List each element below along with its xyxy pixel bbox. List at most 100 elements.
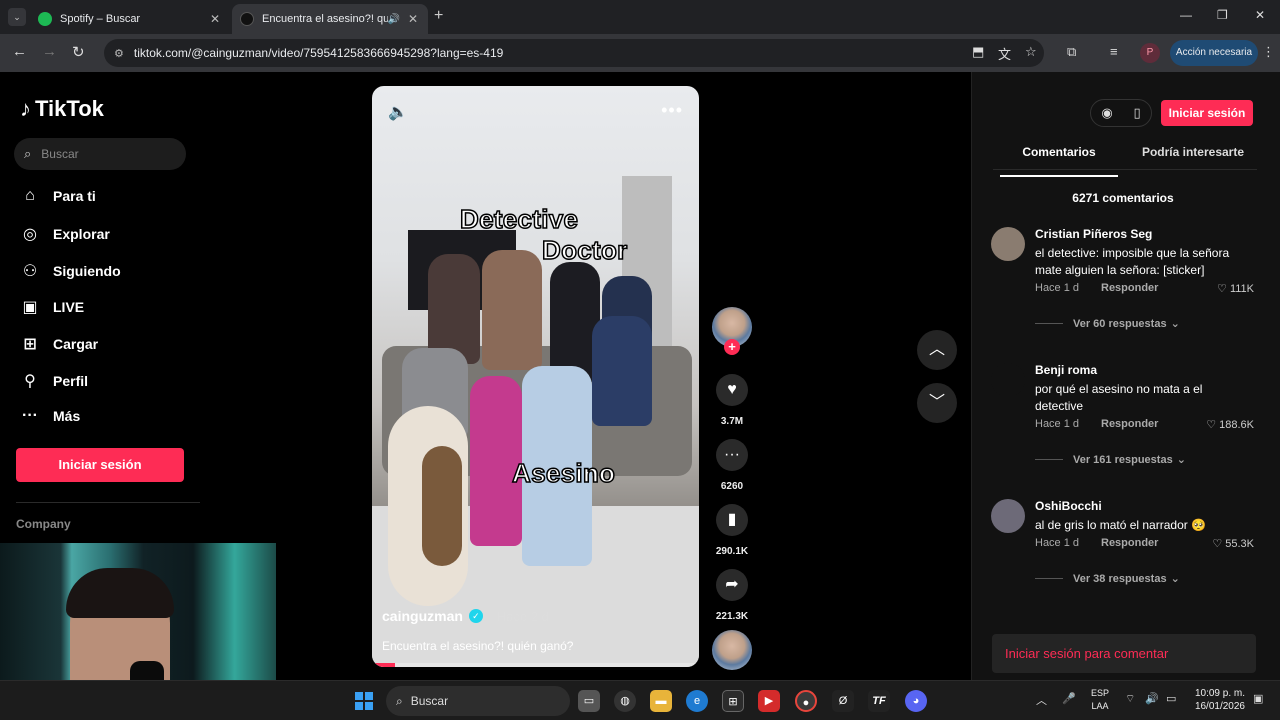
nav-item-mas[interactable]: ··· Más	[20, 407, 80, 425]
next-video-chevron-down-icon[interactable]: ﹀	[917, 383, 957, 423]
commenter-name[interactable]: Benji roma	[1035, 363, 1097, 377]
wifi-icon[interactable]: ⌔	[1125, 692, 1135, 706]
nav-item-live[interactable]: ▣ LIVE	[20, 297, 84, 317]
audio-playing-icon[interactable]: 🔊	[388, 14, 400, 25]
comment-total: 6271 comentarios	[1072, 191, 1174, 205]
back-icon[interactable]: ←	[12, 43, 27, 60]
battery-icon[interactable]: ▭	[1166, 692, 1176, 705]
company-heading[interactable]: Company	[16, 517, 71, 531]
signin-button[interactable]: Iniciar sesión	[1161, 100, 1253, 126]
notification-icon[interactable]: ▣	[1253, 692, 1263, 705]
music-disc-avatar[interactable]	[712, 630, 752, 670]
close-tab-icon[interactable]: ✕	[406, 12, 420, 26]
tab-tiktok[interactable]: Encuentra el asesino?! quién 🔊 ✕	[232, 4, 428, 34]
tab-search-icon[interactable]: ⌄	[8, 8, 26, 26]
commenter-avatar[interactable]	[991, 499, 1025, 533]
menu-dots-icon[interactable]: ⋮	[1262, 44, 1275, 60]
site-info-icon[interactable]: ⚙	[114, 47, 124, 60]
posted-time: · Hace 2 d	[488, 608, 549, 624]
reload-icon[interactable]: ↻	[72, 43, 85, 61]
follow-plus-icon[interactable]: +	[724, 339, 740, 355]
volume-icon[interactable]: 🔈	[388, 102, 408, 122]
reply-button[interactable]: Responder	[1101, 282, 1158, 294]
commenter-avatar[interactable]	[991, 227, 1025, 261]
comment-like[interactable]: ♡ 111K	[1217, 282, 1254, 295]
close-tab-icon[interactable]: ✕	[208, 12, 222, 26]
store-icon[interactable]: ⊞	[722, 690, 744, 712]
language-indicator[interactable]: ESP LAA	[1091, 687, 1109, 713]
video-progress-bar[interactable]	[372, 663, 699, 667]
action-needed-button[interactable]: Acción necesaria	[1170, 40, 1258, 66]
install-icon[interactable]: ⬒	[972, 44, 984, 60]
share-arrow-icon[interactable]: ➦	[716, 569, 748, 601]
chrome-icon[interactable]: ●	[795, 690, 817, 712]
tiktok-logo[interactable]: ♪ TikTok	[20, 96, 104, 122]
commenter-avatar[interactable]	[991, 363, 1025, 397]
nav-item-cargar[interactable]: ⊞ Cargar	[20, 334, 98, 354]
edge-browser-icon[interactable]: e	[686, 690, 708, 712]
tab-comentarios[interactable]: Comentarios	[1000, 145, 1118, 177]
taskbar-search-placeholder: Buscar	[410, 694, 449, 708]
discord-icon[interactable]: ◕	[905, 690, 927, 712]
video-player[interactable]: Detective Doctor Asesino 🔈 ••• cainguzma…	[372, 86, 699, 667]
task-view-icon[interactable]: ▭	[578, 690, 600, 712]
tab-spotify[interactable]: Spotify – Buscar ✕	[30, 4, 230, 34]
taskbar-clock[interactable]: 10:09 p. m. 16/01/2026	[1190, 687, 1245, 713]
comment-like-count: 111K	[1229, 283, 1254, 295]
nav-item-para-ti[interactable]: ⌂ Para ti	[20, 187, 96, 205]
forward-icon[interactable]: →	[42, 43, 57, 60]
profile-avatar[interactable]: P	[1140, 43, 1160, 63]
reply-button[interactable]: Responder	[1101, 418, 1158, 430]
clock-date: 16/01/2026	[1194, 701, 1245, 712]
view-replies-button[interactable]: Ver 161 respuestas ⌄	[1035, 453, 1186, 466]
tab-podria-interesarte[interactable]: Podría interesarte	[1132, 145, 1254, 159]
search-input[interactable]: ⌕ Buscar	[14, 138, 186, 170]
translate-icon[interactable]: 文	[998, 44, 1011, 63]
minimize-icon[interactable]: —	[1180, 8, 1192, 22]
app-tf-icon[interactable]: TF	[868, 690, 890, 712]
sidebar-divider	[16, 502, 200, 503]
bookmark-star-icon[interactable]: ☆	[1025, 44, 1037, 60]
nav-label: Más	[53, 408, 81, 424]
app-slashed-o-icon[interactable]: Ø	[832, 690, 854, 712]
mobile-device-icon[interactable]: ▯	[1133, 105, 1140, 121]
commenter-name[interactable]: OshiBocchi	[1035, 499, 1102, 513]
author-name: cainguzman	[382, 608, 463, 624]
view-replies-label: Ver 161 respuestas	[1073, 453, 1173, 466]
compass-icon[interactable]: ◉	[1101, 105, 1112, 121]
view-replies-button[interactable]: Ver 60 respuestas ⌄	[1035, 317, 1180, 330]
media-controls-icon[interactable]: ≡	[1110, 44, 1118, 59]
taskbar-search-input[interactable]: ⌕ Buscar	[386, 686, 570, 716]
comment-item: OshiBocchi al de gris lo mató el narrado…	[991, 499, 1256, 589]
previous-video-chevron-up-icon[interactable]: ︿	[917, 330, 957, 370]
view-replies-button[interactable]: Ver 38 respuestas ⌄	[1035, 572, 1180, 585]
extensions-icon[interactable]: ⧉	[1067, 44, 1076, 60]
new-tab-icon[interactable]: +	[434, 7, 443, 25]
commenter-name[interactable]: Cristian Piñeros Seg	[1035, 227, 1152, 241]
comment-text: el detective: imposible que la señora ma…	[1035, 246, 1230, 277]
nav-item-siguiendo[interactable]: ⚇ Siguiendo	[20, 261, 121, 281]
login-to-comment-button[interactable]: Iniciar sesión para comentar	[992, 634, 1256, 673]
address-bar[interactable]: ⚙ tiktok.com/@cainguzman/video/759541258…	[104, 39, 1044, 67]
comment-like[interactable]: ♡ 188.6K	[1206, 418, 1254, 431]
tray-chevron-up-icon[interactable]: ︿	[1036, 692, 1047, 708]
nav-item-explorar[interactable]: ◎ Explorar	[20, 224, 110, 244]
bookmark-icon[interactable]: ▮	[716, 504, 748, 536]
microphone-icon[interactable]: 🎤	[1062, 692, 1076, 705]
file-explorer-icon[interactable]: ▬	[650, 690, 672, 712]
like-heart-icon[interactable]: ♥	[716, 374, 748, 406]
video-author[interactable]: cainguzman ✓ · Hace 2 d	[382, 608, 549, 624]
windows-start-icon[interactable]	[355, 692, 373, 710]
more-options-icon[interactable]: •••	[661, 100, 683, 121]
comment-like[interactable]: ♡ 55.3K	[1212, 537, 1254, 550]
upload-icon: ⊞	[23, 336, 37, 353]
maximize-icon[interactable]: ❐	[1217, 8, 1228, 22]
close-window-icon[interactable]: ✕	[1255, 8, 1265, 22]
reply-button[interactable]: Responder	[1101, 537, 1158, 549]
nav-item-perfil[interactable]: ⚲ Perfil	[20, 371, 88, 391]
app-red-icon[interactable]: ▶	[758, 690, 780, 712]
comment-bubble-icon[interactable]: ···	[716, 439, 748, 471]
login-button[interactable]: Iniciar sesión	[16, 448, 184, 482]
app-icon[interactable]: ◍	[614, 690, 636, 712]
volume-icon[interactable]: 🔊	[1145, 692, 1159, 705]
